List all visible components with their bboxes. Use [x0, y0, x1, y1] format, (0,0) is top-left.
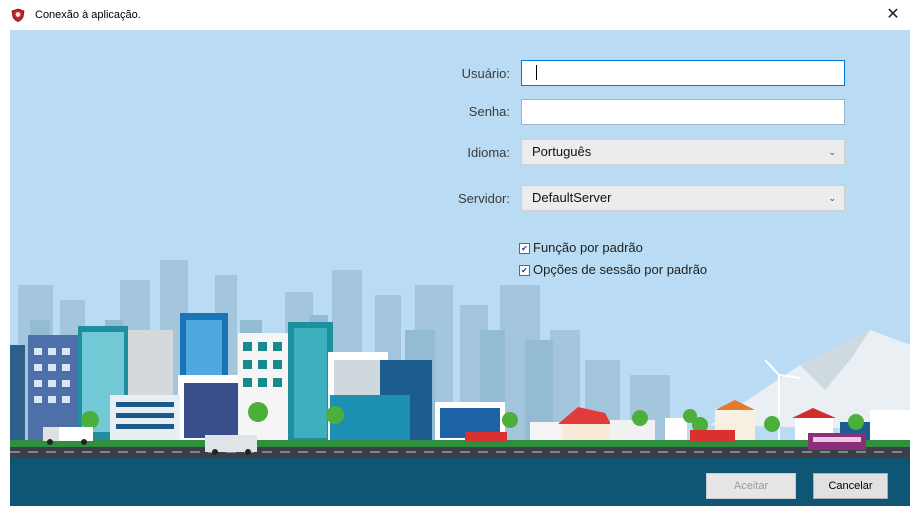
- chevron-down-icon: ⌄: [828, 147, 836, 157]
- app-shield-icon: [11, 8, 25, 22]
- user-input[interactable]: [521, 60, 845, 86]
- default-role-label: Função por padrão: [533, 240, 643, 255]
- language-label: Idioma:: [467, 145, 510, 160]
- close-button[interactable]: ✕: [882, 4, 904, 26]
- title-bar: Conexão à aplicação. ✕: [0, 0, 910, 30]
- login-dialog: Usuário: Senha: Idioma: Português ⌄ Serv…: [10, 30, 910, 506]
- password-input[interactable]: [521, 99, 845, 125]
- default-session-options-label: Opções de sessão por padrão: [533, 262, 708, 277]
- user-label: Usuário:: [461, 66, 510, 81]
- server-select-value: DefaultServer: [532, 190, 612, 205]
- default-role-checkbox[interactable]: ✔ Função por padrão: [519, 240, 643, 255]
- accept-button[interactable]: Aceitar: [706, 473, 796, 499]
- cancel-button[interactable]: Cancelar: [813, 473, 888, 499]
- language-select-value: Português: [532, 144, 592, 159]
- password-label: Senha:: [468, 104, 510, 119]
- chevron-down-icon: ⌄: [828, 193, 836, 203]
- language-select[interactable]: Português ⌄: [521, 139, 845, 165]
- checkbox-checked-icon: ✔: [519, 243, 530, 254]
- checkbox-checked-icon: ✔: [519, 265, 530, 276]
- default-session-options-checkbox[interactable]: ✔ Opções de sessão por padrão: [519, 262, 707, 277]
- server-select[interactable]: DefaultServer ⌄: [521, 185, 845, 211]
- text-caret: [536, 65, 537, 80]
- window-title: Conexão à aplicação.: [35, 9, 141, 21]
- server-label: Servidor:: [457, 191, 510, 206]
